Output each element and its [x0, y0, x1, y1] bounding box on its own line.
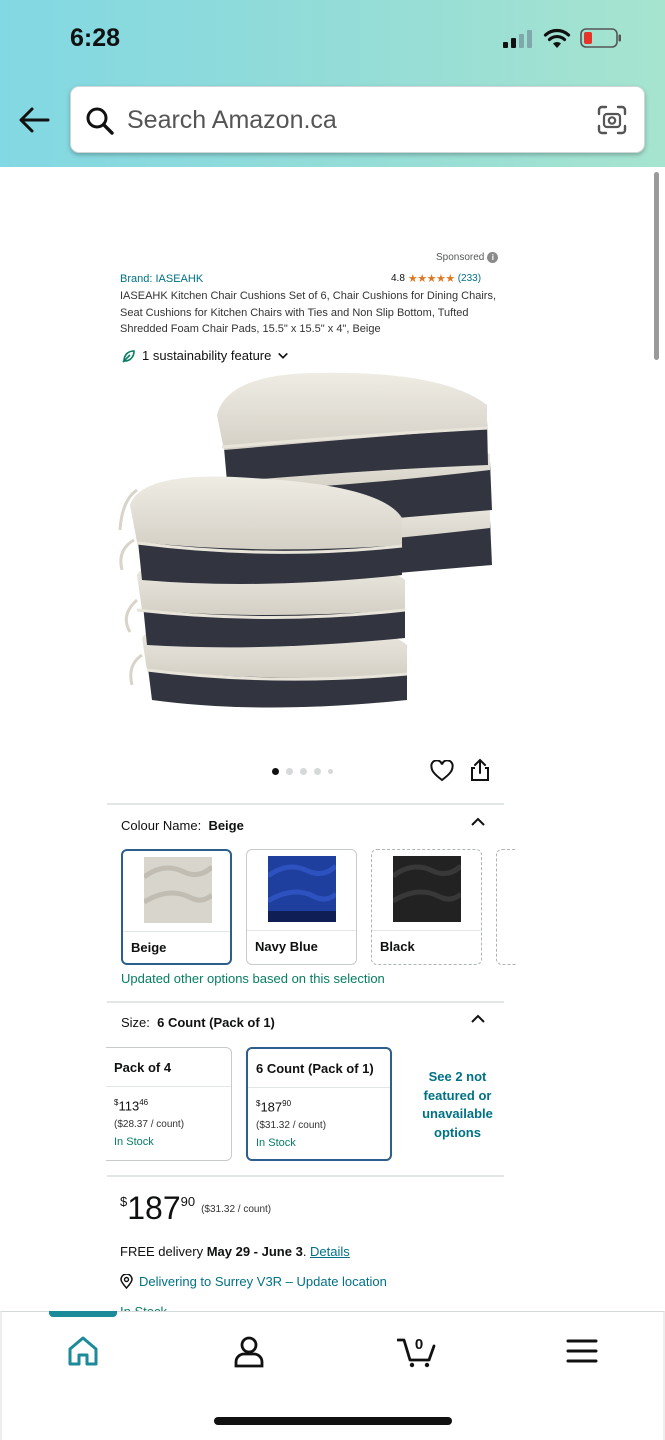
price-whole: 187: [260, 1099, 283, 1115]
price-fraction: 90: [282, 1099, 292, 1108]
size-divider: [106, 1086, 231, 1087]
app-header: 6:28: [0, 0, 665, 167]
delivery-info: FREE delivery May 29 - June 3. Details: [120, 1244, 350, 1259]
leaf-icon: [122, 349, 135, 363]
product-title[interactable]: IASEAHK Kitchen Chair Cushions Set of 6,…: [120, 288, 500, 338]
share-icon[interactable]: [469, 758, 491, 782]
divider: [107, 1001, 504, 1003]
colour-selected-value: Beige: [208, 818, 244, 833]
chevron-up-icon[interactable]: [470, 817, 486, 827]
sustainability-label: 1 sustainability feature: [142, 348, 272, 363]
search-icon: [86, 107, 114, 135]
price-whole: 113: [118, 1098, 140, 1114]
swatch-image: [268, 856, 336, 922]
home-icon[interactable]: [65, 1334, 101, 1368]
menu-icon[interactable]: [564, 1334, 600, 1368]
chevron-up-icon[interactable]: [470, 1014, 486, 1024]
swatch-label: Black: [380, 939, 415, 954]
swatch-divider: [247, 930, 356, 931]
delivery-prefix: FREE delivery: [120, 1244, 207, 1259]
cart-count: 0: [415, 1336, 423, 1353]
colour-option-partial[interactable]: [496, 849, 516, 965]
camera-search-icon[interactable]: [596, 104, 628, 136]
battery-icon: [580, 28, 621, 48]
back-arrow-icon[interactable]: [18, 106, 50, 134]
swatch-label: Beige: [131, 940, 167, 955]
colour-name-label: Colour Name: Beige: [121, 818, 244, 833]
size-option-stock: In Stock: [256, 1137, 296, 1149]
swatch-image: [393, 856, 461, 922]
account-icon[interactable]: [231, 1334, 267, 1368]
size-option-price: $11346: [114, 1098, 148, 1113]
cart-icon[interactable]: 0: [397, 1334, 437, 1368]
info-icon[interactable]: i: [487, 252, 499, 263]
colour-label-text: Colour Name:: [121, 818, 202, 833]
swatch-image: [144, 857, 212, 923]
product-price: $ 187 90 ($31.32 / count): [120, 1190, 271, 1226]
carousel-dot[interactable]: [286, 768, 293, 775]
size-option-per-count: ($31.32 / count): [256, 1120, 327, 1131]
size-option-name: Pack of 4: [114, 1060, 172, 1075]
colour-option-black[interactable]: Black: [371, 849, 482, 965]
rating-value: 4.8: [391, 273, 405, 284]
image-carousel-dots[interactable]: [272, 768, 333, 775]
status-time: 6:28: [70, 24, 121, 52]
divider: [107, 1175, 504, 1177]
colour-option-beige[interactable]: Beige: [121, 849, 232, 965]
location-pin-icon: [120, 1274, 133, 1289]
sponsored-label[interactable]: Sponsored i: [436, 252, 499, 263]
size-label-text: Size:: [121, 1015, 150, 1030]
chevron-down-icon: [278, 352, 289, 359]
delivery-location-text: Delivering to Surrey V3R – Update locati…: [139, 1274, 387, 1289]
size-option-per-count: ($28.37 / count): [114, 1119, 185, 1130]
delivery-details-link[interactable]: Details: [310, 1244, 350, 1259]
price-per-count: ($31.32 / count): [201, 1204, 272, 1215]
price-whole: 187: [127, 1190, 181, 1226]
search-input[interactable]: [127, 99, 577, 141]
updated-options-note: Updated other options based on this sele…: [121, 971, 385, 986]
see-more-options-link[interactable]: See 2 not featured or unavailable option…: [410, 1068, 505, 1142]
size-divider: [248, 1087, 390, 1088]
carousel-dot[interactable]: [272, 768, 279, 775]
divider: [107, 803, 504, 805]
star-rating-icon: ★★★★★: [407, 273, 455, 285]
size-option-6-count[interactable]: 6 Count (Pack of 1) $18790 ($31.32 / cou…: [246, 1047, 392, 1161]
swatch-divider: [372, 930, 481, 931]
page-scrollbar[interactable]: [654, 172, 659, 360]
carousel-dot[interactable]: [314, 768, 321, 775]
price-fraction: 90: [180, 1194, 196, 1209]
price-currency: $: [120, 1194, 128, 1209]
brand-link[interactable]: Brand: IASEAHK: [120, 273, 203, 285]
delivery-suffix: .: [302, 1244, 311, 1259]
active-tab-indicator: [49, 1311, 117, 1317]
size-option-name: 6 Count (Pack of 1): [256, 1061, 374, 1076]
size-option-price: $18790: [256, 1099, 291, 1114]
cellular-signal-icon: [503, 30, 532, 48]
rating-count[interactable]: (233): [458, 273, 481, 284]
swatch-label: Navy Blue: [255, 939, 318, 954]
delivery-dates: May 29 - June 3: [206, 1244, 303, 1259]
delivery-location[interactable]: Delivering to Surrey V3R – Update locati…: [120, 1274, 387, 1289]
colour-option-navy-blue[interactable]: Navy Blue: [246, 849, 357, 965]
home-indicator[interactable]: [214, 1417, 452, 1425]
carousel-dot[interactable]: [328, 769, 333, 774]
product-image[interactable]: [112, 370, 508, 720]
size-option-pack-of-4[interactable]: Pack of 4 $11346 ($28.37 / count) In Sto…: [106, 1047, 232, 1161]
sustainability-dropdown[interactable]: 1 sustainability feature: [122, 348, 289, 363]
cushion-front-stack: [118, 476, 408, 708]
heart-icon[interactable]: [430, 760, 454, 782]
carousel-dot[interactable]: [300, 768, 307, 775]
search-bar[interactable]: [70, 86, 645, 153]
size-selected-value: 6 Count (Pack of 1): [157, 1015, 275, 1030]
size-option-stock: In Stock: [114, 1136, 154, 1148]
sponsored-text: Sponsored: [436, 252, 485, 263]
size-label: Size: 6 Count (Pack of 1): [121, 1015, 275, 1030]
price-fraction: 46: [139, 1098, 149, 1107]
swatch-divider: [123, 931, 230, 932]
rating-summary[interactable]: 4.8 ★★★★★ (233): [391, 272, 481, 285]
wifi-icon: [543, 28, 571, 48]
